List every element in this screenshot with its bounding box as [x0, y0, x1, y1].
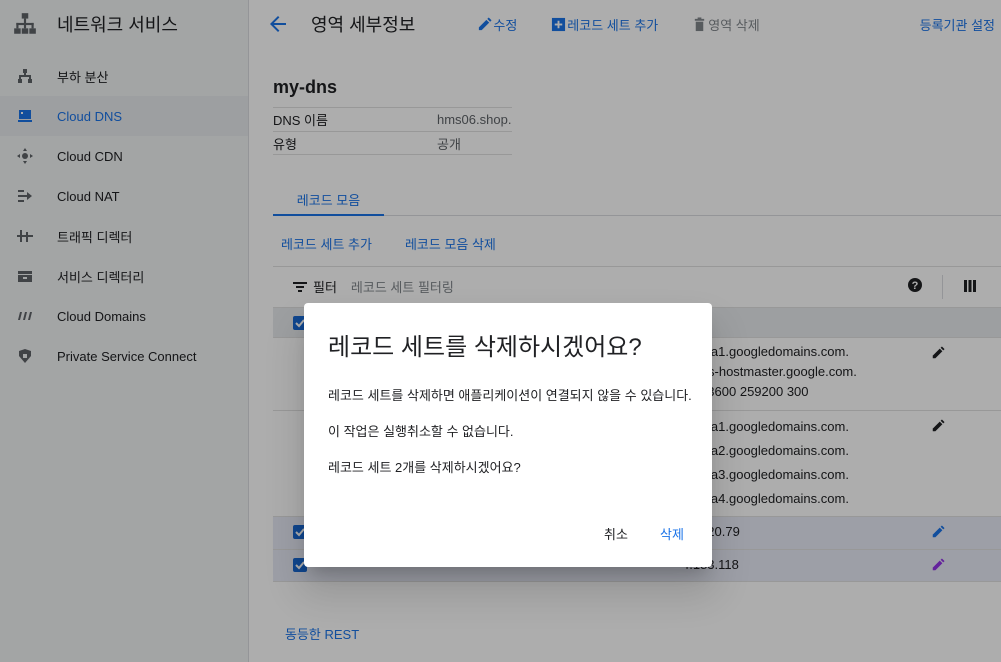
- delete-confirm-dialog: 레코드 세트를 삭제하시겠어요? 레코드 세트를 삭제하면 애플리케이션이 연결…: [304, 303, 712, 567]
- dialog-undo-text: 이 작업은 실행취소할 수 없습니다.: [328, 424, 514, 439]
- dialog-warning-text: 레코드 세트를 삭제하면 애플리케이션이 연결되지 않을 수 있습니다.: [328, 388, 692, 403]
- delete-button[interactable]: 삭제: [660, 524, 684, 543]
- cancel-button[interactable]: 취소: [604, 524, 628, 543]
- dialog-title: 레코드 세트를 삭제하시겠어요?: [328, 334, 642, 361]
- dialog-question-text: 레코드 세트 2개를 삭제하시겠어요?: [328, 460, 521, 475]
